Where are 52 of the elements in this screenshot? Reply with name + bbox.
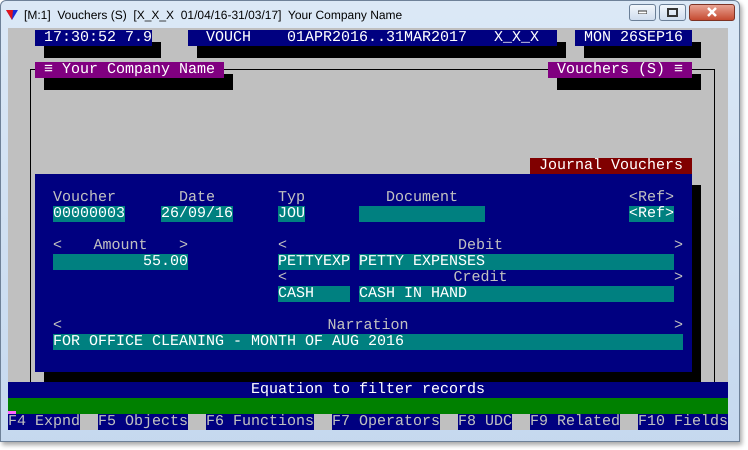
function-key[interactable]: F10 Fields [638, 414, 728, 430]
input-field[interactable]: <Ref> [629, 206, 674, 222]
maximize-icon [667, 8, 678, 16]
field-label: Narration [327, 318, 408, 334]
close-button[interactable] [689, 4, 735, 20]
input-field[interactable]: 26/09/16 [161, 206, 233, 222]
input-field[interactable]: FOR OFFICE CLEANING - MONTH OF AUG 2016 [53, 334, 683, 350]
frame-title: ≡ Your Company Name [35, 62, 224, 78]
frame-title: Vouchers (S) ≡ [548, 62, 692, 78]
function-key[interactable]: F6 Functions [206, 414, 314, 430]
text-cursor [8, 411, 16, 414]
input-field[interactable] [359, 206, 485, 222]
input-field[interactable]: PETTYEXP [278, 254, 350, 270]
clock-bar: 17:30:52 7.9 [35, 30, 152, 46]
module-bar: VOUCH 01APR2016..31MAR2017 X_X_X [188, 30, 557, 46]
scroll-marker: > [674, 318, 683, 334]
app-icon[interactable] [6, 8, 18, 20]
close-icon [706, 7, 718, 17]
field-label: Voucher [53, 190, 116, 206]
date-bar: MON 26SEP16 [575, 30, 692, 46]
scroll-marker: < [278, 238, 288, 254]
field-label: Amount [93, 238, 148, 254]
form-title: Journal Vouchers [530, 158, 692, 174]
field-label: <Ref> [629, 190, 674, 206]
function-key[interactable]: F5 Objects [98, 414, 188, 430]
scroll-marker: < [53, 238, 62, 254]
field-label: Document [386, 190, 458, 206]
function-key[interactable]: F4 Expnd [8, 414, 80, 430]
scroll-marker: < [53, 318, 62, 334]
scroll-marker: > [674, 238, 683, 254]
function-key[interactable]: F8 UDC [458, 414, 512, 430]
scroll-marker: > [178, 238, 188, 254]
scroll-marker: < [278, 270, 288, 286]
filter-title: Equation to filter records [8, 382, 728, 398]
function-key[interactable]: F9 Related [530, 414, 620, 430]
window-title: [M:1] Vouchers (S) [X_X_X 01/04/16-31/03/17] Your Company Name [24, 8, 404, 22]
function-key[interactable]: F7 Operators [332, 414, 440, 430]
field-label: Debit [458, 238, 503, 254]
input-field[interactable]: 55.00 [53, 254, 188, 270]
minimize-button[interactable] [629, 4, 656, 20]
input-field[interactable]: PETTY EXPENSES [359, 254, 674, 270]
field-label: Typ [278, 190, 305, 206]
input-field[interactable]: CASH [278, 286, 350, 302]
input-field[interactable]: 00000003 [53, 206, 125, 222]
maximize-button[interactable] [659, 4, 686, 20]
field-label: Credit [453, 270, 508, 286]
input-field[interactable]: CASH IN HAND [359, 286, 674, 302]
field-label: Date [179, 190, 215, 206]
input-field[interactable]: JOU [278, 206, 305, 222]
scroll-marker: > [674, 270, 683, 286]
filter-input-field[interactable] [8, 398, 728, 414]
minimize-icon [638, 10, 647, 14]
